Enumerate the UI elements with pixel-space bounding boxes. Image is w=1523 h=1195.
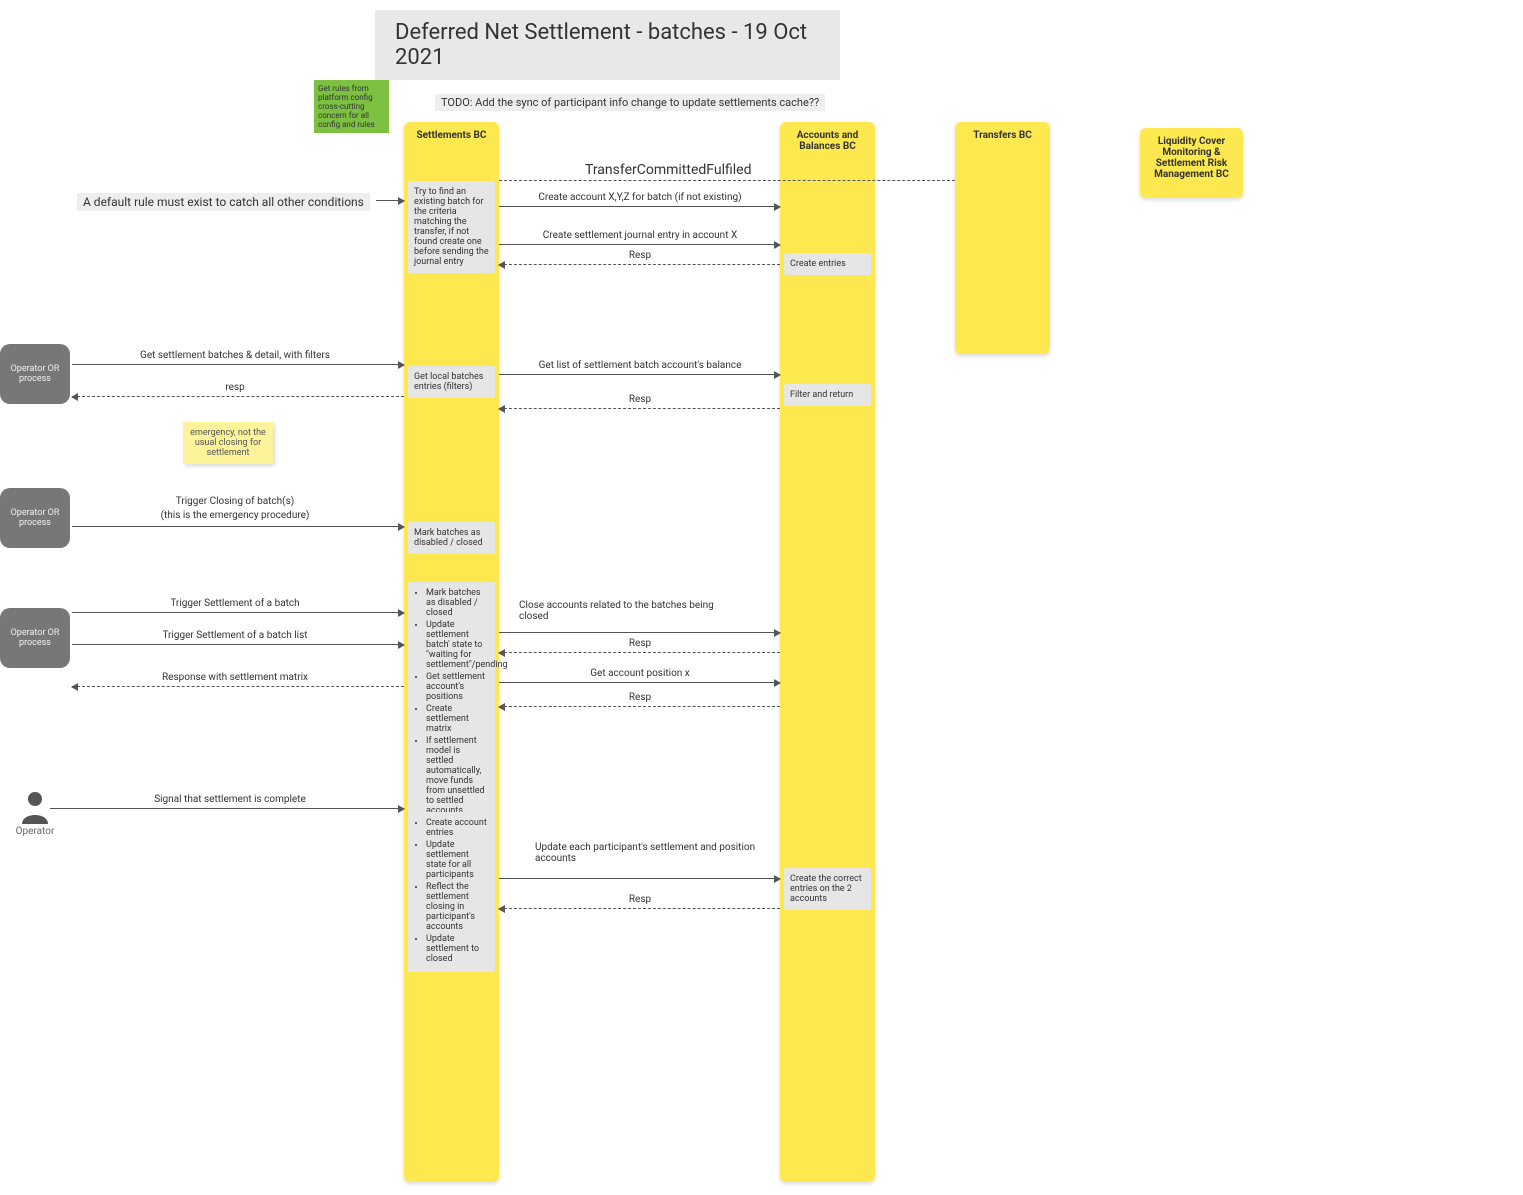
msg-resp-close: Resp: [502, 638, 778, 649]
arrow-default-rule: [376, 200, 404, 201]
actor-operator-label: Operator: [16, 826, 55, 837]
arrow-close-accounts: [499, 632, 780, 633]
arrow-resp-balance: [499, 408, 780, 409]
todo-note: TODO: Add the sync of participant info c…: [435, 94, 825, 111]
msg-trigger-settle-list: Trigger Settlement of a batch list: [80, 630, 390, 641]
actor-operator: Operator: [10, 790, 60, 860]
list-item: Get settlement account's positions: [426, 672, 489, 702]
emergency-sticky: emergency, not the usual closing for set…: [183, 422, 273, 464]
arrow-trigger-settle: [72, 612, 404, 613]
msg-resp-update: Resp: [502, 894, 778, 905]
box-create-correct: Create the correct entries on the 2 acco…: [784, 868, 871, 910]
arrow-create-journal: [499, 244, 780, 245]
msg-update-participants: Update each participant's settlement and…: [535, 842, 765, 864]
msg-signal-complete: Signal that settlement is complete: [60, 794, 400, 805]
list-item: If settlement model is settled automatic…: [426, 736, 489, 816]
default-rule-note: A default rule must exist to catch all o…: [77, 193, 370, 211]
box-get-local: Get local batches entries (filters): [408, 366, 495, 398]
box-filter-return: Filter and return: [784, 384, 871, 406]
msg-resp1: resp: [80, 382, 390, 393]
actor-operator-process-2: Operator OR process: [0, 488, 70, 548]
list-item: Update settlement state for all particip…: [426, 840, 489, 880]
lane-transfers: Transfers BC: [955, 122, 1050, 354]
arrow-resp-journal: [499, 264, 780, 265]
arrow-create-account: [499, 206, 780, 207]
event-transfer-committed: TransferCommittedFulfiled: [585, 162, 751, 178]
list-item: Update settlement batch' state to "waiti…: [426, 620, 489, 670]
list-item: Update settlement to closed: [426, 934, 489, 964]
arrow-get-position: [499, 682, 780, 683]
arrow-event: [499, 180, 955, 181]
arrow-trigger-closing: [72, 526, 404, 527]
msg-close-accounts: Close accounts related to the batches be…: [519, 600, 739, 622]
msg-trigger-closing-sub: (this is the emergency procedure): [80, 510, 390, 521]
diagram-title: Deferred Net Settlement - batches - 19 O…: [375, 10, 840, 80]
msg-resp-journal: Resp: [502, 250, 778, 261]
arrow-update-participants: [499, 878, 780, 879]
lane-liquidity: Liquidity Cover Monitoring & Settlement …: [1140, 128, 1243, 198]
arrow-get-balance: [499, 374, 780, 375]
list-item: Create settlement matrix: [426, 704, 489, 734]
green-note: Get rules from platform config cross-cut…: [314, 80, 389, 133]
msg-create-journal: Create settlement journal entry in accou…: [502, 230, 778, 241]
lane-accounts-header: Accounts and Balances BC: [780, 122, 875, 160]
actor-operator-process-1: Operator OR process: [0, 344, 70, 404]
arrow-trigger-settle-list: [72, 644, 404, 645]
box-find-batch: Try to find an existing batch for the cr…: [408, 181, 495, 273]
box-settlement-steps-1: Mark batches as disabled / closed Update…: [408, 582, 495, 824]
arrow-signal-complete: [50, 808, 404, 809]
box-settlement-steps-2: Create account entries Update settlement…: [408, 812, 495, 972]
msg-resp-matrix: Response with settlement matrix: [80, 672, 390, 683]
arrow-resp1: [72, 396, 404, 397]
lane-settlements-header: Settlements BC: [404, 122, 499, 149]
arrow-get-batches: [72, 364, 404, 365]
msg-resp-position: Resp: [502, 692, 778, 703]
msg-get-batches: Get settlement batches & detail, with fi…: [80, 350, 390, 361]
arrow-resp-update: [499, 908, 780, 909]
arrow-resp-close: [499, 652, 780, 653]
msg-get-position: Get account position x: [502, 668, 778, 679]
lane-accounts: Accounts and Balances BC: [780, 122, 875, 1182]
arrow-resp-position: [499, 706, 780, 707]
msg-create-account: Create account X,Y,Z for batch (if not e…: [502, 192, 778, 203]
user-icon: [20, 790, 50, 824]
box-create-entries: Create entries: [784, 253, 871, 275]
box-mark-disabled: Mark batches as disabled / closed: [408, 522, 495, 554]
list-item: Reflect the settlement closing in partic…: [426, 882, 489, 932]
msg-resp-balance: Resp: [502, 394, 778, 405]
lane-liquidity-header: Liquidity Cover Monitoring & Settlement …: [1140, 128, 1243, 188]
msg-trigger-settle: Trigger Settlement of a batch: [80, 598, 390, 609]
list-item: Create account entries: [426, 818, 489, 838]
lane-transfers-header: Transfers BC: [955, 122, 1050, 149]
msg-trigger-closing: Trigger Closing of batch(s): [80, 496, 390, 507]
list-item: Mark batches as disabled / closed: [426, 588, 489, 618]
arrow-resp-matrix: [72, 686, 404, 687]
actor-operator-process-3: Operator OR process: [0, 608, 70, 668]
msg-get-balance: Get list of settlement batch account's b…: [502, 360, 778, 371]
